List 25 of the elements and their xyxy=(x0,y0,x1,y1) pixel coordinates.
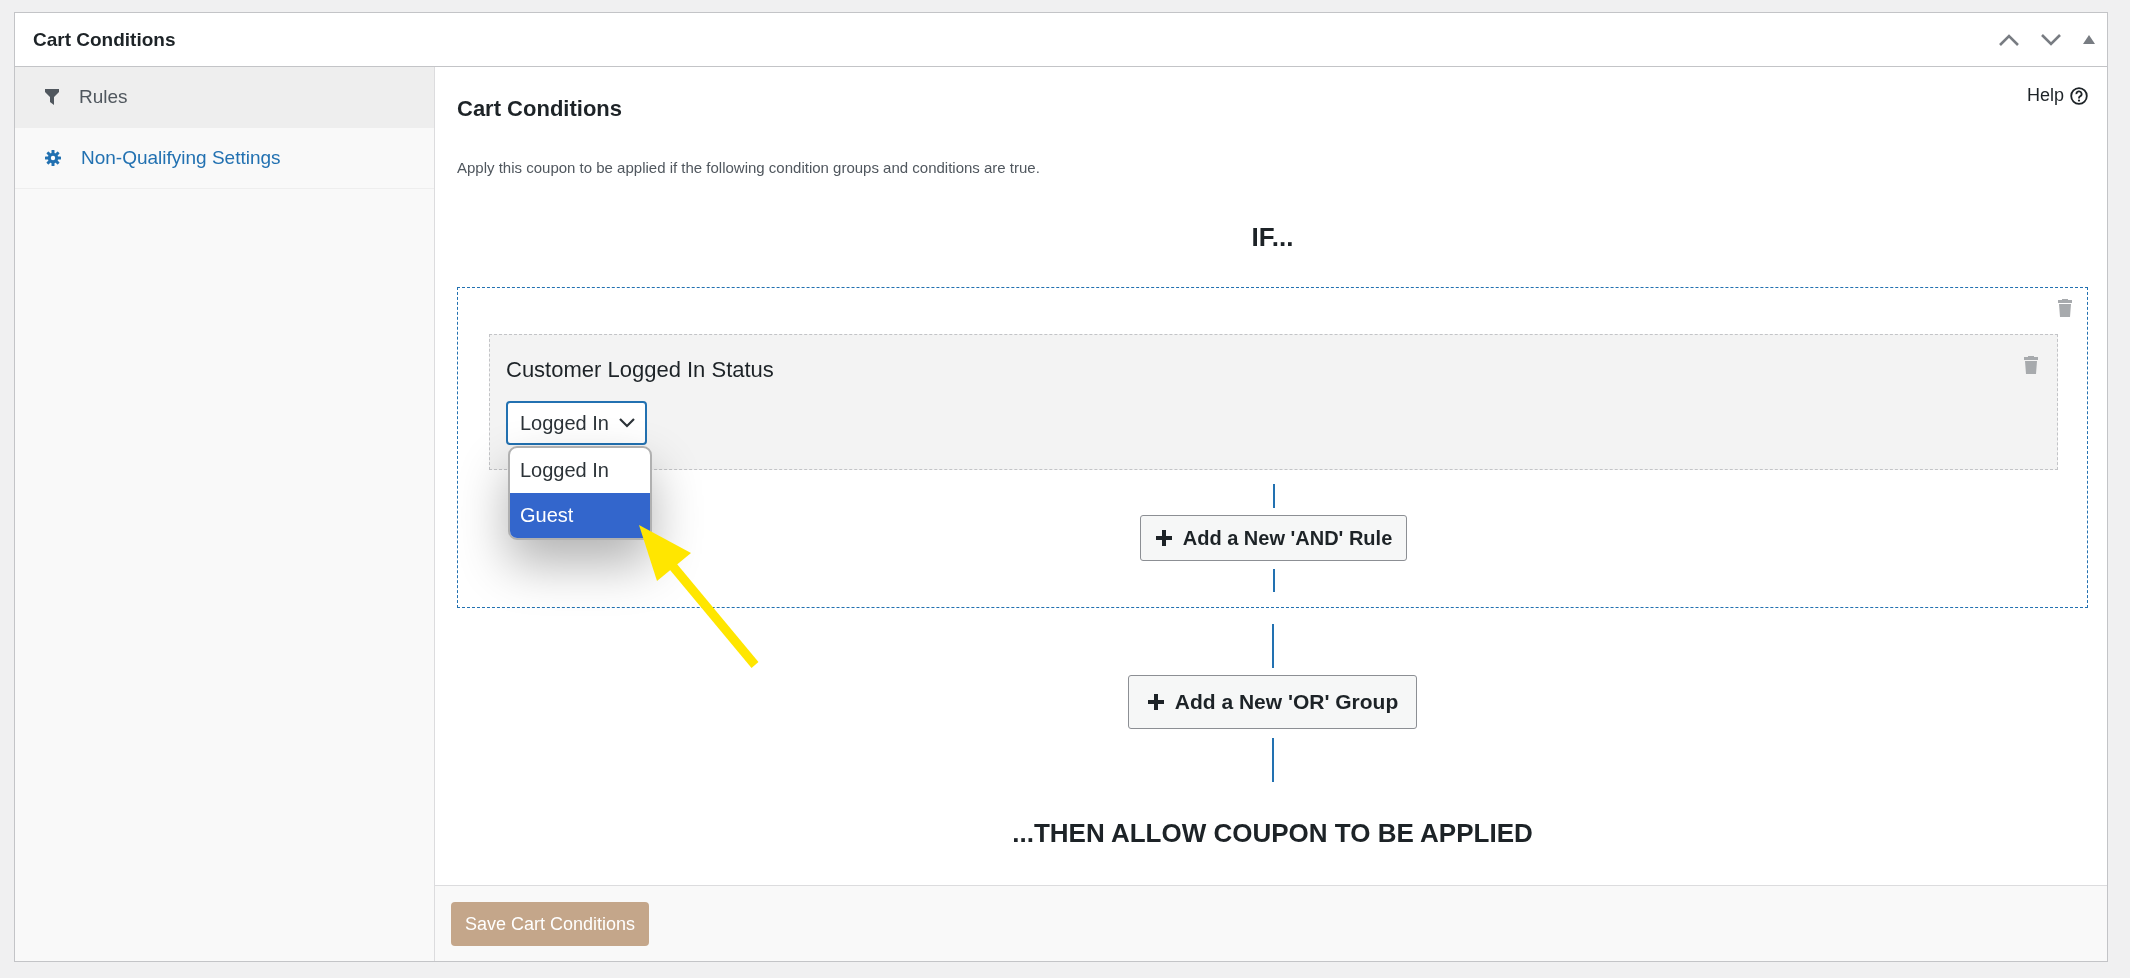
dropdown-option[interactable]: Guest xyxy=(510,493,650,538)
add-and-rule-button[interactable]: Add a New 'AND' Rule xyxy=(1139,515,1408,561)
section-title: Cart Conditions xyxy=(457,95,622,123)
gear-icon xyxy=(45,150,61,166)
dropdown-option[interactable]: Logged In xyxy=(510,448,650,493)
plus-icon xyxy=(1154,529,1173,547)
help-icon xyxy=(2070,86,2088,105)
description-text: Apply this coupon to be applied if the following condition groups and conditions are true. xyxy=(457,158,1041,178)
help-link[interactable]: Help xyxy=(2026,85,2088,106)
panel-title: Cart Conditions xyxy=(33,28,176,51)
trash-icon[interactable] xyxy=(2057,298,2073,317)
chevron-down-icon[interactable] xyxy=(2041,33,2061,46)
rule-title: Customer Logged In Status xyxy=(506,356,774,384)
sidebar-item[interactable]: Rules xyxy=(15,67,434,128)
filter-icon xyxy=(45,89,59,105)
then-label: ...THEN ALLOW COUPON TO BE APPLIED xyxy=(1011,817,1534,849)
chevron-up-icon[interactable] xyxy=(1999,33,2019,46)
trash-icon[interactable] xyxy=(2023,355,2039,374)
chevron-down-icon xyxy=(619,418,635,428)
sidebar-item[interactable]: Non-Qualifying Settings xyxy=(15,128,434,189)
plus-icon xyxy=(1146,693,1165,711)
if-label: IF... xyxy=(1250,221,1295,253)
add-or-group-button[interactable]: Add a New 'OR' Group xyxy=(1127,675,1418,729)
triangle-up-icon[interactable] xyxy=(2083,35,2095,44)
status-dropdown[interactable]: Logged In xyxy=(506,401,647,445)
